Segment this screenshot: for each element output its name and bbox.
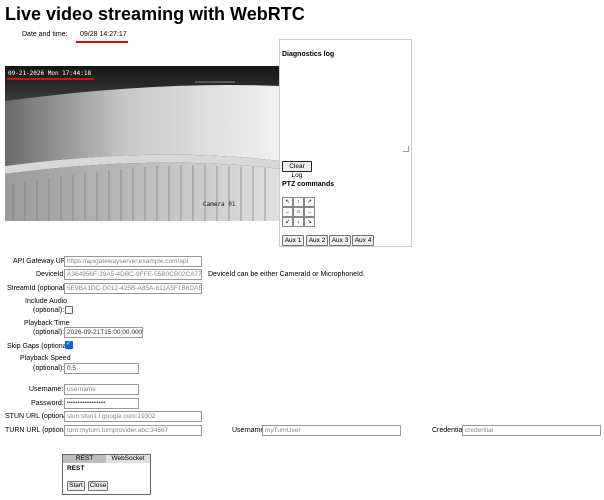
ptz-title: PTZ commands [282, 181, 335, 188]
datetime-underline [76, 41, 128, 43]
stun-url-label: STUN URL (optional): [5, 413, 73, 420]
playback-speed-label-2: (optional): [33, 365, 65, 372]
aux-3-button[interactable]: Aux 3 [329, 235, 351, 246]
credential-input[interactable]: credential [462, 425, 601, 436]
datetime-label: Date and time: [22, 31, 68, 38]
credential-label: Credential: [432, 427, 466, 434]
datetime-value: 09/28 14:27:17 [80, 31, 127, 38]
ptz-up-left-button[interactable]: ↖ [282, 197, 293, 207]
ptz-down-left-button[interactable]: ↙ [282, 217, 293, 227]
connection-panel: REST WebSocket REST Start Close [62, 454, 151, 495]
diagnostics-panel: Diagnostics log Clear Log PTZ commands ↖… [279, 39, 412, 247]
playback-time-input[interactable]: 2026-09-21T15:00:00.000Z [64, 327, 143, 338]
username-label: Username: [29, 386, 64, 393]
skip-gaps-label: Skip Gaps (optional): [7, 343, 73, 350]
clear-log-button[interactable]: Clear Log [282, 161, 312, 179]
tab-rest[interactable]: REST [63, 455, 106, 463]
include-audio-checkbox[interactable] [65, 306, 73, 314]
close-button[interactable]: Close [88, 481, 108, 491]
device-id-note: DeviceId can be either CameraId or Micro… [208, 271, 365, 278]
turn-username-input[interactable]: myTurnUser [262, 425, 401, 436]
include-audio-label-1: Include Audio [25, 298, 68, 305]
username-input[interactable]: username [64, 384, 139, 395]
camera-label: Camera 01 [203, 201, 236, 208]
ptz-home-button[interactable]: ⌂ [293, 207, 304, 217]
aux-1-button[interactable]: Aux 1 [282, 235, 304, 246]
stun-url-input[interactable]: stun:stun1.l.google.com:19302 [64, 411, 202, 422]
playback-speed-label-1: Playback Speed [20, 355, 71, 362]
playback-time-label-1: Playback Time [24, 320, 70, 327]
resize-handle-icon[interactable] [403, 146, 409, 152]
ptz-right-button[interactable]: → [304, 207, 315, 217]
api-gateway-input[interactable]: https://apigatewayserver.example.com/api [64, 256, 202, 267]
ptz-left-button[interactable]: ← [282, 207, 293, 217]
password-label: Password: [31, 400, 64, 407]
playback-speed-input[interactable]: 0.5 [64, 363, 139, 374]
skip-gaps-checkbox[interactable] [65, 340, 73, 349]
aux-2-button[interactable]: Aux 2 [306, 235, 328, 246]
video-timestamp-underline [7, 78, 94, 80]
diagnostics-log[interactable] [281, 62, 409, 152]
include-audio-label-2: (optional): [33, 307, 65, 314]
page-title: Live video streaming with WebRTC [5, 4, 305, 24]
stream-id-label: StreamId (optional): [7, 285, 69, 292]
diagnostics-title: Diagnostics log [282, 51, 335, 58]
device-id-label: DeviceId: [36, 271, 66, 278]
start-button[interactable]: Start [67, 481, 85, 491]
tab-websocket[interactable]: WebSocket [106, 455, 150, 463]
ptz-down-button[interactable]: ↓ [293, 217, 304, 227]
camera-frame [5, 66, 280, 221]
turn-url-input[interactable]: turn:myturn.turnprovider.abc:34567 [64, 425, 202, 436]
video-timestamp: 09-21-2026 Mon 17:44:18 [8, 70, 92, 77]
video-player[interactable]: 09-21-2026 Mon 17:44:18 Camera 01 [5, 66, 280, 221]
panel-heading: REST [67, 465, 85, 472]
playback-time-label-2: (optional): [33, 329, 65, 336]
ptz-up-button[interactable]: ↑ [293, 197, 304, 207]
device-id-input[interactable]: A364956F-39A5-4DBC-9FFE-55B0CB02CA77 [64, 269, 202, 280]
ptz-down-right-button[interactable]: ↘ [304, 217, 315, 227]
ptz-up-right-button[interactable]: ↗ [304, 197, 315, 207]
turn-url-label: TURN URL (optional): [5, 427, 74, 434]
aux-4-button[interactable]: Aux 4 [352, 235, 374, 246]
password-input[interactable]: •••••••••••••••••••••• [64, 398, 139, 409]
stream-id-input[interactable]: 5E9BA1DC-D012-425B-A85A-611A5F1B6DAE5 [64, 283, 202, 294]
api-gateway-label: API Gateway URL: [13, 258, 72, 265]
